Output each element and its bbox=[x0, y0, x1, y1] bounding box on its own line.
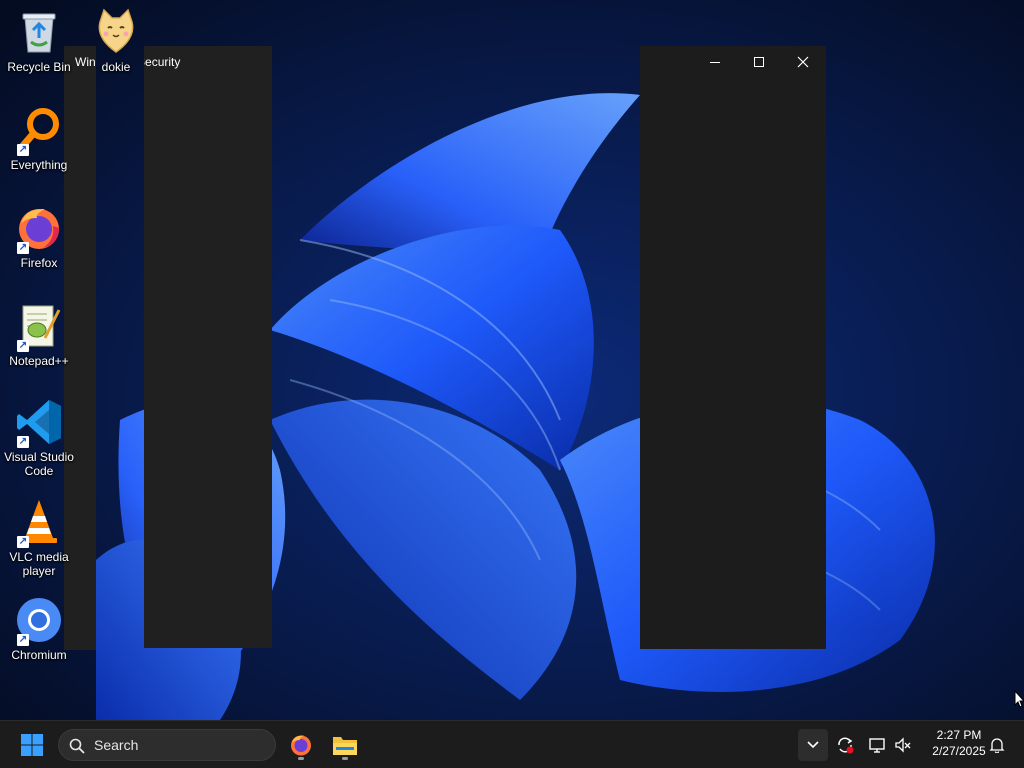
desktop-icon-label: dokie bbox=[101, 60, 131, 74]
desktop-icon-everything[interactable]: ↗ Everything bbox=[0, 106, 78, 172]
taskbar-app-firefox[interactable] bbox=[284, 727, 318, 763]
shortcut-arrow-icon: ↗ bbox=[17, 436, 29, 448]
cat-app-icon bbox=[98, 8, 134, 53]
close-button[interactable] bbox=[788, 50, 818, 74]
desktop-icon-recycle-bin[interactable]: Recycle Bin bbox=[0, 8, 78, 74]
close-icon bbox=[797, 56, 809, 68]
window-left-sidebar bbox=[144, 46, 272, 648]
taskbar: Search 2:27 PM 2/27/2025 bbox=[0, 720, 1024, 768]
shortcut-arrow-icon: ↗ bbox=[17, 634, 29, 646]
chevron-up-icon bbox=[807, 741, 819, 749]
desktop-icon-label: Recycle Bin bbox=[7, 60, 71, 74]
windows-start-icon bbox=[21, 734, 43, 756]
search-placeholder: Search bbox=[94, 737, 139, 753]
firefox-icon bbox=[291, 735, 311, 756]
bell-icon bbox=[989, 738, 1005, 753]
folder-icon bbox=[333, 737, 357, 755]
mouse-cursor-icon bbox=[1014, 690, 1024, 708]
taskbar-search-box[interactable]: Search bbox=[58, 729, 276, 761]
display-network-icon bbox=[869, 738, 885, 753]
desktop-icon-label: Visual Studio Code bbox=[4, 450, 74, 478]
minimize-button[interactable] bbox=[700, 50, 730, 74]
taskbar-app-file-explorer[interactable] bbox=[328, 727, 362, 763]
tray-sync-alert[interactable] bbox=[832, 733, 858, 757]
window-right-pane bbox=[640, 46, 826, 649]
desktop-icon-label: Chromium bbox=[11, 648, 67, 662]
start-button[interactable] bbox=[14, 729, 50, 761]
maximize-button[interactable] bbox=[744, 50, 774, 74]
recycle-bin-icon bbox=[22, 13, 56, 53]
desktop-icon-label: VLC media player bbox=[9, 550, 69, 578]
tray-display-network[interactable] bbox=[864, 733, 890, 757]
shortcut-arrow-icon: ↗ bbox=[17, 242, 29, 254]
shortcut-arrow-icon: ↗ bbox=[17, 340, 29, 352]
volume-muted-icon bbox=[895, 737, 911, 753]
desktop-icon-dokie[interactable]: dokie bbox=[77, 8, 155, 74]
desktop-icon-chromium[interactable]: ↗ Chromium bbox=[0, 596, 78, 662]
sync-alert-icon bbox=[838, 737, 854, 754]
desktop-icon-notepad-plus[interactable]: ↗ Notepad++ bbox=[0, 302, 78, 368]
desktop-icon-vlc[interactable]: ↗ VLC media player bbox=[0, 498, 78, 578]
tray-volume[interactable] bbox=[890, 733, 916, 757]
desktop-icon-firefox[interactable]: ↗ Firefox bbox=[0, 204, 78, 270]
desktop-icon-label: Everything bbox=[10, 158, 68, 172]
desktop-icon-label: Firefox bbox=[20, 256, 58, 270]
running-indicator bbox=[342, 757, 348, 760]
desktop-icon-vscode[interactable]: ↗ Visual Studio Code bbox=[0, 398, 78, 478]
maximize-icon bbox=[754, 57, 764, 67]
shortcut-arrow-icon: ↗ bbox=[17, 536, 29, 548]
search-icon bbox=[69, 738, 85, 754]
running-indicator bbox=[298, 757, 304, 760]
desktop-icon-label: Notepad++ bbox=[9, 354, 69, 368]
minimize-icon bbox=[710, 62, 720, 63]
shortcut-arrow-icon: ↗ bbox=[17, 144, 29, 156]
tray-overflow-button[interactable] bbox=[798, 729, 828, 761]
notification-button[interactable] bbox=[984, 733, 1010, 757]
